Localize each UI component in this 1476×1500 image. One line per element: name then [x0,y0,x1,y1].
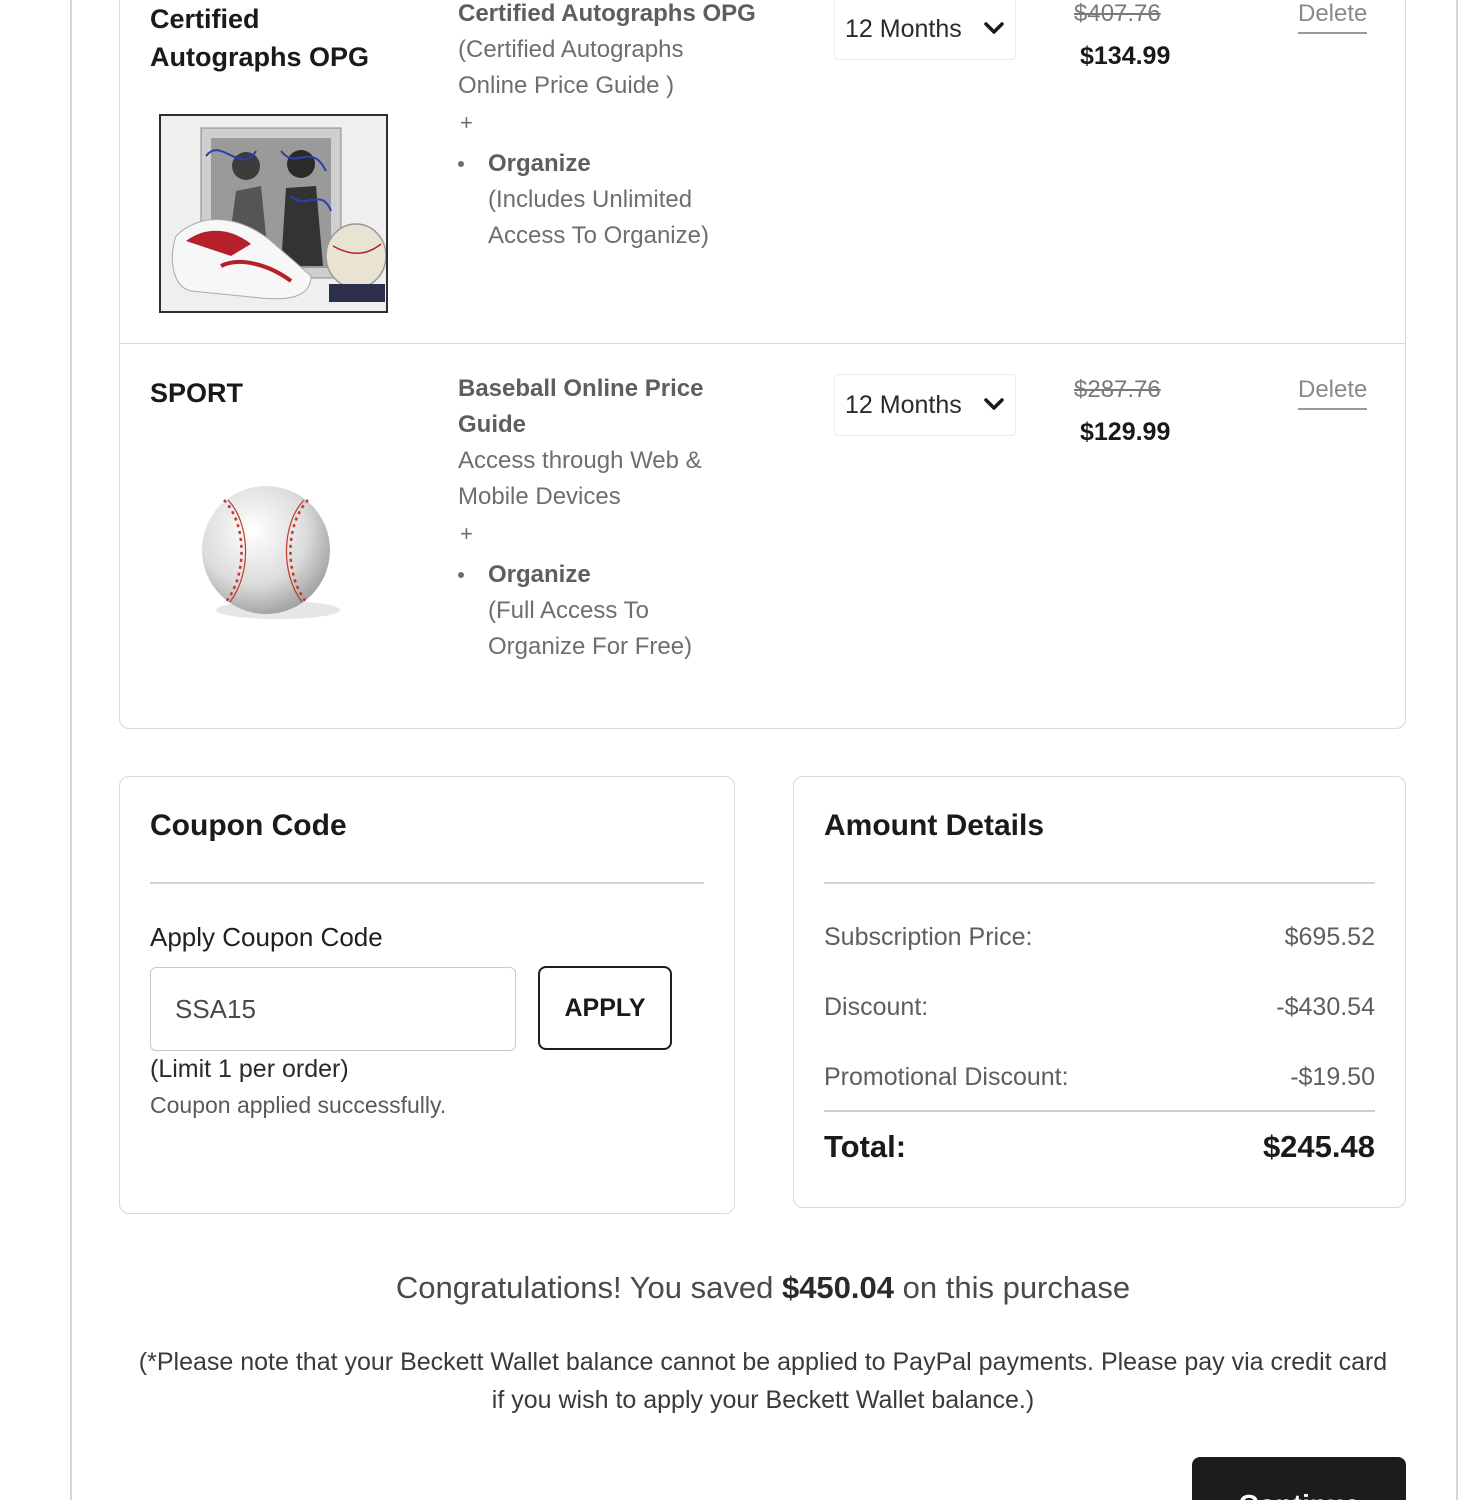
savings-suffix: on this purchase [894,1270,1131,1305]
savings-message: Congratulations! You saved $450.04 on th… [0,1270,1476,1306]
autographs-memorabilia-image [159,114,388,313]
coupon-title: Coupon Code [150,809,347,842]
total-row: Total: $245.48 [824,1129,1375,1165]
apply-button[interactable]: APPLY [538,966,672,1050]
amount-label: Subscription Price: [824,923,1033,951]
coupon-panel: Coupon Code Apply Coupon Code APPLY (Lim… [119,776,735,1214]
product-name: Baseball Online Price Guide [458,375,704,438]
divider [150,882,704,884]
amount-value: -$430.54 [1276,993,1375,1021]
savings-prefix: Congratulations! You saved [395,1270,782,1305]
product-subtitle: Access through Web & Mobile Devices [458,447,702,510]
feature-desc: (Full Access To Organize For Free) [488,597,693,660]
chevron-down-icon [983,17,1005,46]
plus-sign: + [460,521,473,546]
total-divider [824,1110,1375,1112]
delete-link[interactable]: Delete [1298,0,1368,34]
plus-sign: + [460,110,473,135]
feature-name: Organize [488,561,591,588]
total-label: Total: [824,1129,907,1164]
amount-row: Discount: -$430.54 [824,993,1375,1022]
item-category: Certified Autographs OPG [150,4,370,72]
feature-desc: (Includes Unlimited Access To Organize) [488,186,709,249]
baseball-image [196,478,356,628]
original-price: $287.76 [1074,376,1161,403]
amount-value: $695.52 [1284,923,1375,951]
item-description: Certified Autographs OPG (Certified Auto… [458,0,818,254]
delete-link[interactable]: Delete [1298,376,1368,410]
amount-label: Discount: [824,993,929,1021]
term-select[interactable]: 12 Months [834,0,1016,60]
coupon-limit-text: (Limit 1 per order) [150,1055,349,1083]
savings-amount: $450.04 [781,1270,895,1305]
total-value: $245.48 [1262,1129,1375,1164]
coupon-status-text: Coupon applied successfully. [150,1092,447,1118]
amount-row: Subscription Price: $695.52 [824,923,1375,952]
feature-item: Organize (Includes Unlimited Access To O… [458,146,818,254]
amount-details-panel: Amount Details Subscription Price: $695.… [793,776,1406,1208]
cart-row-divider [119,343,1406,344]
term-select[interactable]: 12 Months [834,374,1016,436]
item-category: SPORT [150,378,244,408]
amount-value: -$19.50 [1290,1063,1375,1091]
feature-name: Organize [488,150,591,177]
term-value: 12 Months [845,390,962,419]
item-description: Baseball Online Price Guide Access throu… [458,371,758,665]
original-price: $407.76 [1074,0,1161,27]
divider [824,882,1375,884]
coupon-label: Apply Coupon Code [150,922,383,952]
term-value: 12 Months [845,14,962,43]
feature-item: Organize (Full Access To Organize For Fr… [458,557,758,665]
sale-price: $129.99 [1080,418,1171,446]
chevron-down-icon [983,393,1005,422]
wallet-note: (*Please note that your Beckett Wallet b… [138,1348,1388,1414]
amount-row: Promotional Discount: -$19.50 [824,1063,1375,1092]
amount-title: Amount Details [824,809,1045,842]
product-subtitle: (Certified Autographs Online Price Guide… [458,36,684,99]
coupon-input[interactable] [150,967,516,1051]
product-name: Certified Autographs OPG [458,0,756,27]
continue-button[interactable]: Continue [1192,1457,1406,1500]
sale-price: $134.99 [1080,42,1171,70]
amount-label: Promotional Discount: [824,1063,1069,1091]
